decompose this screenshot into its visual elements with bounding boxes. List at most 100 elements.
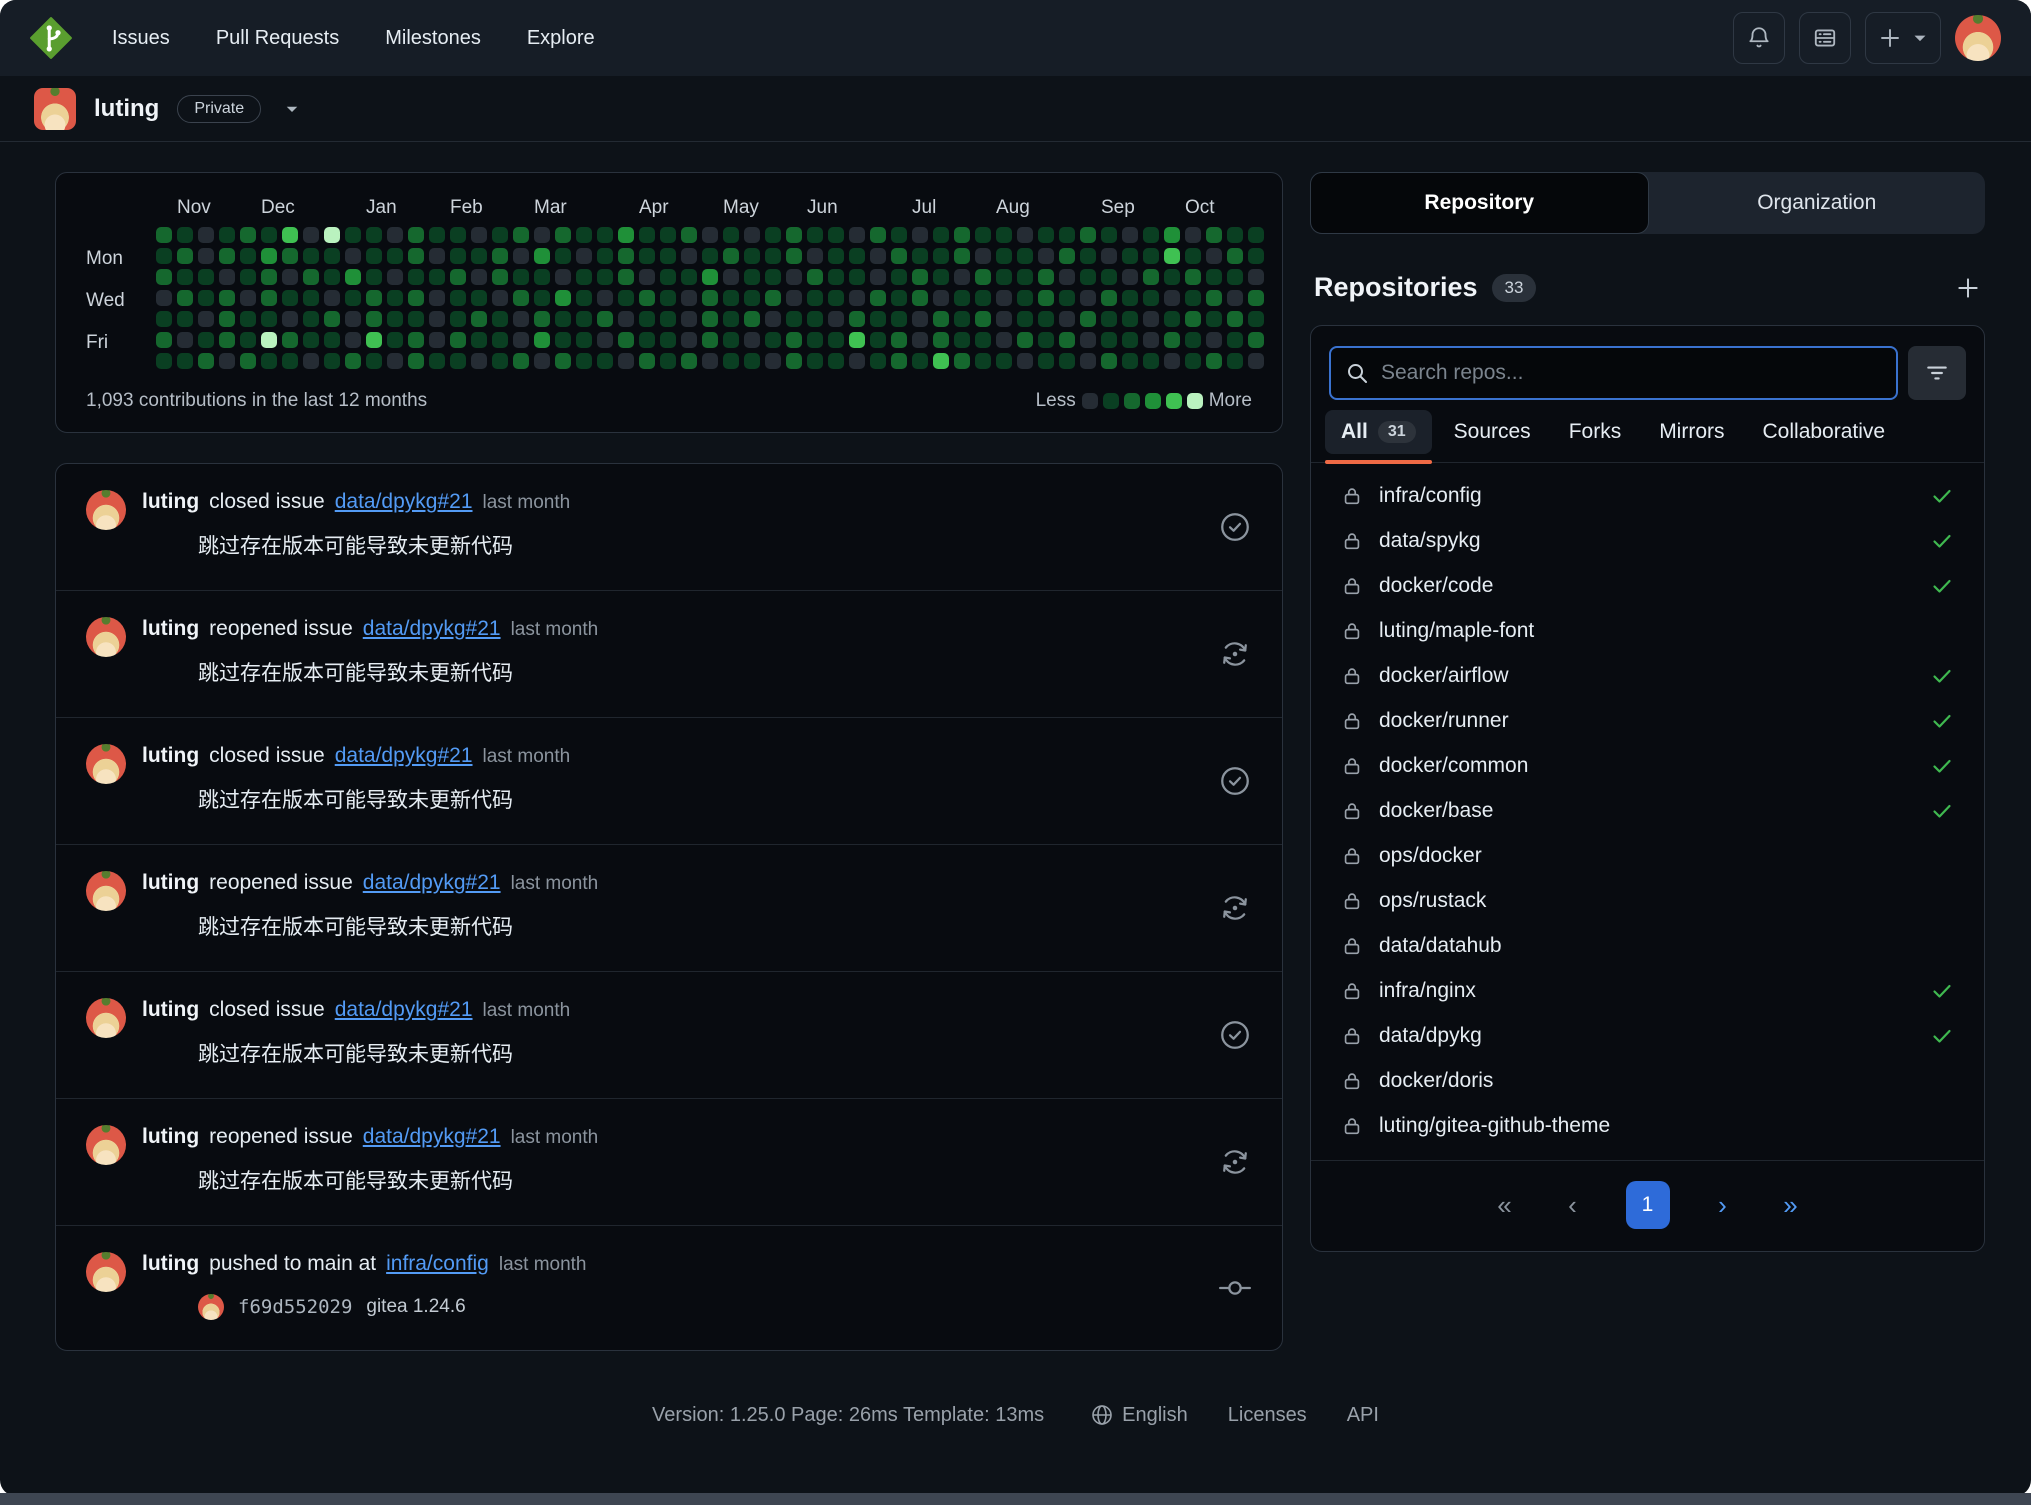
repo-filter-tab[interactable]: All 31 [1341,420,1416,462]
activity-user[interactable]: luting [142,998,199,1022]
new-repository-button[interactable] [1955,275,1981,301]
repo-row[interactable]: luting/gitea-github-theme [1329,1103,1966,1148]
heatmap-cell [534,311,550,327]
activity-user[interactable]: luting [142,490,199,514]
create-new-button[interactable] [1865,12,1941,64]
notifications-button[interactable] [1733,12,1785,64]
repo-filter-tab[interactable]: Forks [1569,420,1622,462]
activity-repo-link[interactable]: data/dpykg#21 [335,998,473,1022]
repo-row[interactable]: docker/code [1329,563,1966,608]
heatmap-cell [471,290,487,306]
page-button[interactable]: » [1776,1190,1806,1221]
repo-row[interactable]: ops/docker [1329,833,1966,878]
contribution-heatmap-card: NovDecJanFebMarAprMayJunJulAugSepOct Mon… [55,172,1283,433]
heatmap-cell [324,311,340,327]
activity-user[interactable]: luting [142,871,199,895]
heatmap-month: Apr [639,197,669,219]
heatmap-cell [765,353,781,369]
activity-item: luting closed issue data/dpykg#21 last m… [56,971,1282,1098]
nav-link[interactable]: Issues [112,27,170,50]
panel-tab[interactable]: Repository [1310,172,1649,234]
footer-link[interactable]: API [1347,1404,1379,1427]
repo-row[interactable]: docker/airflow [1329,653,1966,698]
heatmap-cell [1038,311,1054,327]
heatmap-cell [1248,227,1264,243]
profile-avatar[interactable] [34,88,76,130]
heatmap-cell [471,353,487,369]
commit-sha[interactable]: f69d552029 [238,1296,352,1318]
heatmap-cell [1080,311,1096,327]
page-button[interactable]: 1 [1626,1181,1670,1229]
activity-user[interactable]: luting [142,1252,199,1276]
repo-row[interactable]: data/datahub [1329,923,1966,968]
activity-avatar[interactable] [86,490,126,530]
page-button[interactable]: « [1490,1190,1520,1221]
activity-avatar[interactable] [86,1252,126,1292]
panel-tab[interactable]: Organization [1649,172,1986,234]
nav-link[interactable]: Pull Requests [216,27,339,50]
repo-row[interactable]: ops/rustack [1329,878,1966,923]
repo-row[interactable]: docker/runner [1329,698,1966,743]
activity-repo-link[interactable]: data/dpykg#21 [363,1125,501,1149]
repo-filter-tab[interactable]: Sources [1454,420,1531,462]
activity-time: last month [511,619,599,641]
activity-user[interactable]: luting [142,1125,199,1149]
activity-repo-link[interactable]: data/dpykg#21 [335,744,473,768]
repo-row[interactable]: docker/doris [1329,1058,1966,1103]
heatmap-cell [912,332,928,348]
heatmap-cell [660,311,676,327]
page-button[interactable]: ‹ [1558,1190,1588,1221]
activity-avatar[interactable] [86,617,126,657]
repo-filter-tab[interactable]: Mirrors [1659,420,1724,462]
activity-avatar[interactable] [86,744,126,784]
heatmap-cell [1080,290,1096,306]
nav-link[interactable]: Explore [527,27,595,50]
nav-link[interactable]: Milestones [385,27,481,50]
repo-row[interactable]: data/spykg [1329,518,1966,563]
heatmap-cell [1038,290,1054,306]
repo-row[interactable]: docker/common [1329,743,1966,788]
repo-row[interactable]: infra/config [1329,473,1966,518]
page-button[interactable]: › [1708,1190,1738,1221]
heatmap-cell [954,269,970,285]
activity-repo-link[interactable]: data/dpykg#21 [335,490,473,514]
user-avatar[interactable] [1955,15,2001,61]
heatmap-cell [1122,248,1138,264]
heatmap-cell [240,332,256,348]
repo-row[interactable]: luting/maple-font [1329,608,1966,653]
heatmap-cell [387,353,403,369]
profile-dropdown-icon[interactable] [283,100,301,118]
language-selector[interactable]: English [1090,1403,1188,1427]
activity-time: last month [483,746,571,768]
repo-row[interactable]: data/dpykg [1329,1013,1966,1058]
activity-user[interactable]: luting [142,744,199,768]
activity-user[interactable]: luting [142,617,199,641]
activity-repo-link[interactable]: data/dpykg#21 [363,617,501,641]
heatmap-cell [807,353,823,369]
heatmap-cell [954,248,970,264]
activity-avatar[interactable] [86,871,126,911]
heatmap-cell [345,290,361,306]
activity-avatar[interactable] [86,998,126,1038]
heatmap-month: Jun [807,197,838,219]
repo-row[interactable]: infra/nginx [1329,968,1966,1013]
footer-link[interactable]: Licenses [1228,1404,1307,1427]
heatmap-cell [198,269,214,285]
repo-row[interactable]: docker/base [1329,788,1966,833]
heatmap-cell [954,227,970,243]
heatmap-cell [933,227,949,243]
repo-name: docker/code [1379,574,1493,598]
filter-icon [1924,360,1950,386]
repo-filter-button[interactable] [1908,346,1966,400]
gitea-logo-icon[interactable] [30,17,72,59]
repo-search-input[interactable] [1381,361,1882,385]
heatmap-cell [681,290,697,306]
activity-avatar[interactable] [86,1125,126,1165]
admin-panel-button[interactable] [1799,12,1851,64]
legend-square [1124,393,1140,409]
activity-repo-link[interactable]: infra/config [386,1252,489,1276]
heatmap-cell [513,290,529,306]
heatmap-cell [1185,269,1201,285]
repo-filter-tab[interactable]: Collaborative [1763,420,1886,462]
activity-repo-link[interactable]: data/dpykg#21 [363,871,501,895]
